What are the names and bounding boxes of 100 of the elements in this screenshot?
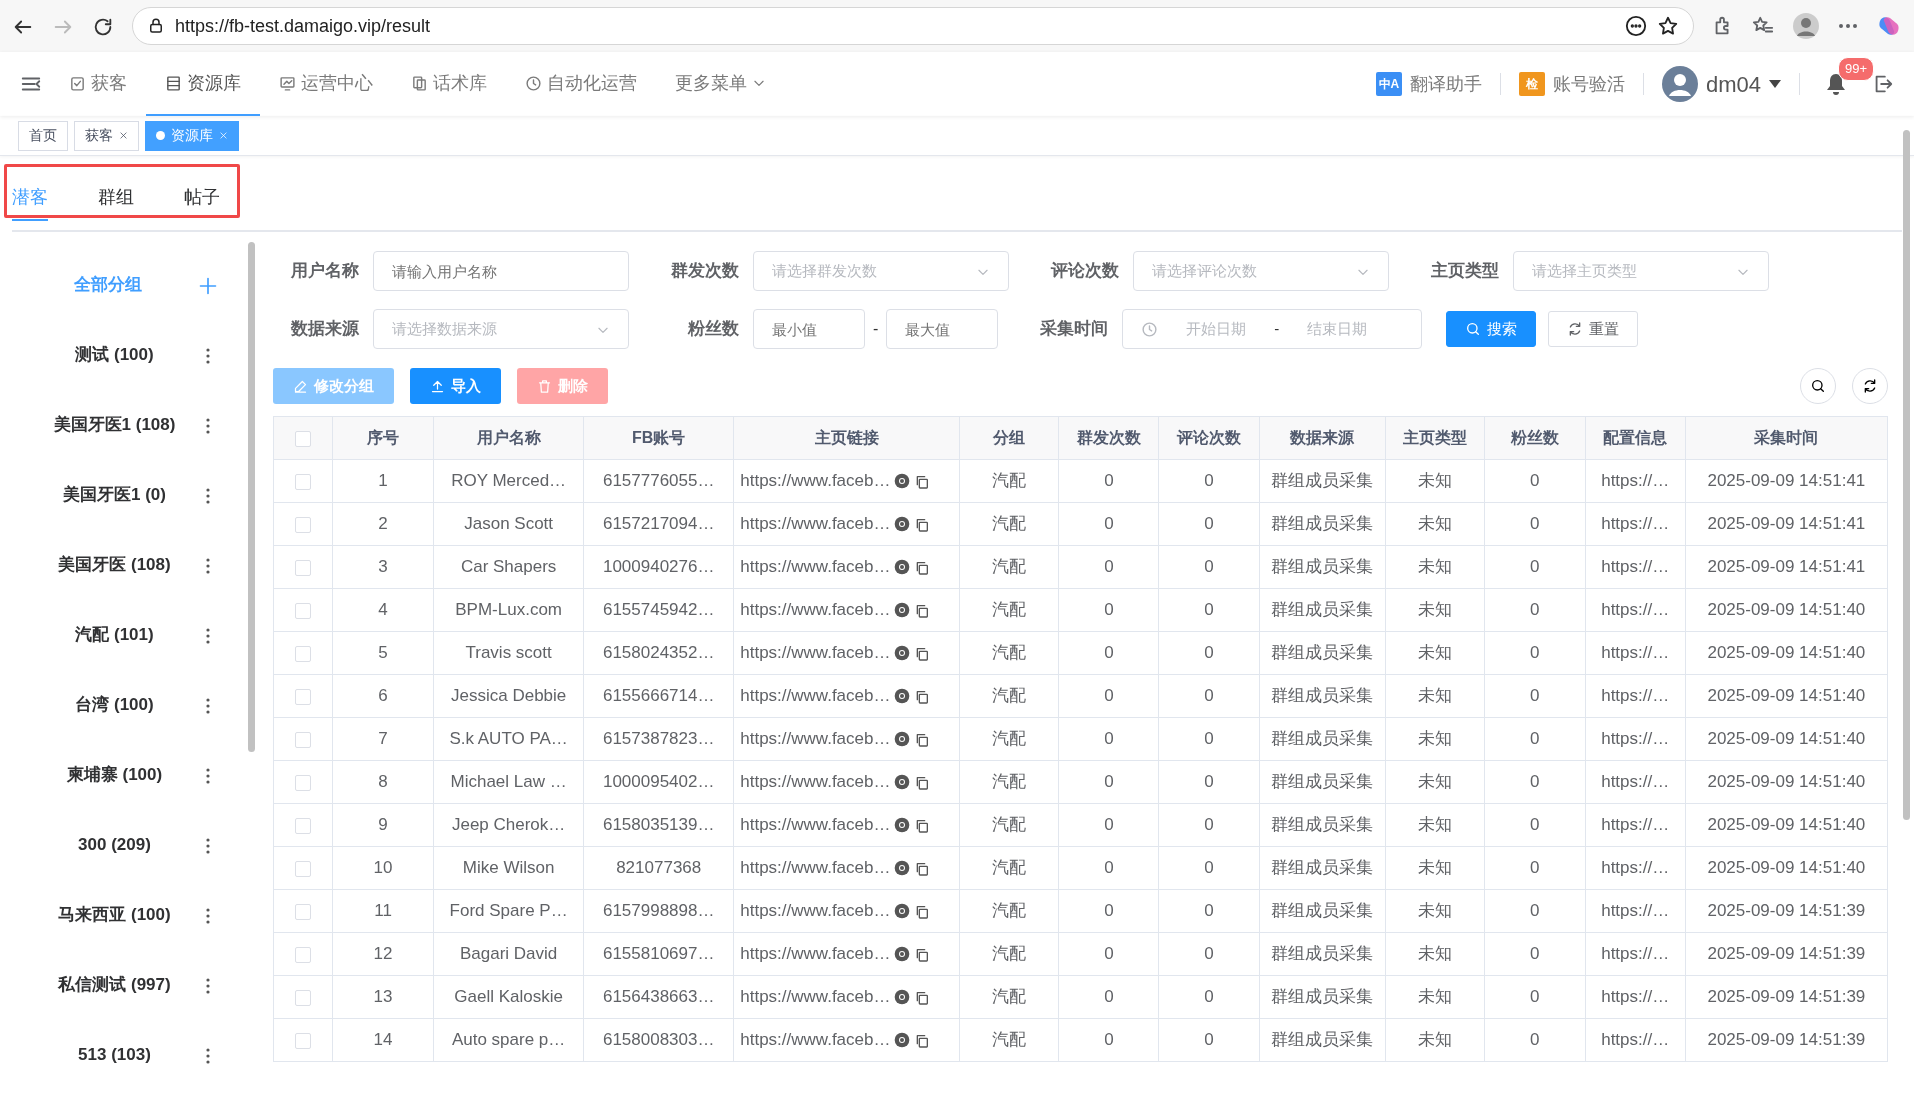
- select-all-checkbox[interactable]: [295, 430, 311, 447]
- browser-icon[interactable]: [894, 731, 911, 747]
- table-cell: 0: [1484, 889, 1586, 933]
- nav-menu-item[interactable]: 获客: [50, 52, 146, 116]
- group-item[interactable]: 513 (103): [0, 1020, 235, 1090]
- table-cell: 未知: [1385, 1018, 1485, 1062]
- group-item[interactable]: 美国牙医1 (108): [0, 390, 235, 460]
- row-checkbox[interactable]: [295, 602, 311, 619]
- table-cell: 14: [332, 1018, 434, 1062]
- date-range-field[interactable]: 开始日期 - 结束日期: [1122, 309, 1423, 349]
- table-cell: 群组成员采集: [1259, 760, 1386, 804]
- browser-icon[interactable]: [894, 989, 911, 1005]
- scrollbar[interactable]: [1903, 130, 1910, 820]
- row-checkbox[interactable]: [295, 1032, 311, 1049]
- browser-icon[interactable]: [894, 645, 911, 661]
- row-checkbox[interactable]: [295, 860, 311, 877]
- row-checkbox[interactable]: [295, 774, 311, 791]
- browser-icon[interactable]: [894, 1032, 911, 1048]
- table-cell: 6155666714…: [583, 674, 734, 718]
- row-checkbox[interactable]: [295, 559, 311, 576]
- search-toggle-button[interactable]: [1800, 368, 1836, 404]
- toolbar-link[interactable]: 中A 翻译助手: [1357, 70, 1500, 98]
- table-cell: 0: [1484, 459, 1586, 503]
- copy-icon: [914, 1032, 931, 1049]
- table-cell: 2025-09-09 14:51:39: [1685, 1018, 1888, 1062]
- table-cell: 汽配: [959, 803, 1059, 847]
- group-item[interactable]: 美国牙医 (108): [0, 530, 235, 600]
- copy-icon: [914, 645, 931, 662]
- nav-menu-item[interactable]: 更多菜单: [656, 52, 785, 116]
- nav-menu-item[interactable]: 自动化运营: [506, 52, 656, 116]
- filter-label: 评论次数: [1049, 260, 1120, 283]
- max-field[interactable]: 最大值: [886, 309, 999, 349]
- row-checkbox[interactable]: [295, 817, 311, 834]
- row-checkbox[interactable]: [295, 473, 311, 490]
- group-item[interactable]: 测试 (100): [0, 320, 235, 390]
- table-cell: 0: [1058, 889, 1159, 933]
- more-icon: [204, 836, 211, 855]
- table-cell: 2025-09-09 14:51:41: [1685, 459, 1888, 503]
- row-checkbox[interactable]: [295, 903, 311, 920]
- refresh-button[interactable]: [1852, 368, 1888, 404]
- table-cell: 0: [1484, 803, 1586, 847]
- browser-icon[interactable]: [894, 946, 911, 962]
- browser-icon[interactable]: [894, 903, 911, 919]
- address-bar[interactable]: https://fb-test.damaigo.vip/result: [132, 7, 1694, 45]
- row-checkbox[interactable]: [295, 731, 311, 748]
- group-item[interactable]: 汽配 (101): [0, 600, 235, 670]
- browser-icon[interactable]: [894, 602, 911, 618]
- copy-icon: [914, 989, 931, 1006]
- table-cell: 0: [1058, 459, 1159, 503]
- reset-button[interactable]: 重置: [1548, 311, 1639, 347]
- table-cell: 6158024352…: [583, 631, 734, 675]
- page-tag[interactable]: 首页: [18, 120, 68, 151]
- row-checkbox[interactable]: [295, 516, 311, 533]
- table-cell: https://…: [1585, 674, 1686, 718]
- table-cell: https://…: [1585, 846, 1686, 890]
- browser-icon[interactable]: [894, 688, 911, 704]
- group-item[interactable]: 300 (209): [0, 810, 235, 880]
- user-menu[interactable]: dm04: [1643, 66, 1799, 102]
- table-cell: 0: [1158, 760, 1259, 804]
- nav-menu-item[interactable]: 话术库: [392, 52, 506, 116]
- notification-button[interactable]: [1826, 73, 1846, 95]
- group-item[interactable]: 柬埔寨 (100): [0, 740, 235, 810]
- text-field[interactable]: 请输入用户名称: [373, 251, 629, 291]
- browser-icon[interactable]: [894, 817, 911, 833]
- filter-label: 主页类型: [1430, 260, 1500, 283]
- row-checkbox[interactable]: [295, 645, 311, 662]
- more-icon: [1838, 23, 1858, 29]
- group-item[interactable]: 台湾 (100): [0, 670, 235, 740]
- row-checkbox[interactable]: [295, 946, 311, 963]
- nav-menu-item[interactable]: 运营中心: [260, 52, 392, 116]
- row-checkbox[interactable]: [295, 989, 311, 1006]
- table-cell: 0: [1158, 889, 1259, 933]
- row-checkbox[interactable]: [295, 688, 311, 705]
- profile-avatar-icon[interactable]: [1792, 12, 1820, 40]
- browser-icon[interactable]: [894, 516, 911, 532]
- group-item[interactable]: 马来西亚 (100): [0, 880, 235, 950]
- group-item[interactable]: 美国牙医1 (0): [0, 460, 235, 530]
- table-cell: 0: [1484, 975, 1586, 1019]
- page-tag[interactable]: 获客: [74, 120, 139, 151]
- browser-icon[interactable]: [894, 860, 911, 876]
- table-cell: 0: [1058, 545, 1159, 589]
- notification-count: 99+: [1838, 57, 1875, 81]
- scrollbar[interactable]: [248, 242, 255, 752]
- browser-icon[interactable]: [894, 473, 911, 489]
- tab[interactable]: 帖子: [184, 178, 248, 232]
- table-cell: 汽配: [959, 846, 1059, 890]
- table-cell: 2025-09-09 14:51:40: [1685, 717, 1888, 761]
- tab[interactable]: 群组: [98, 178, 162, 232]
- min-field[interactable]: 最小值: [753, 309, 865, 349]
- table-cell: Mike Wilson: [433, 846, 584, 890]
- table-cell: 1: [332, 459, 434, 503]
- table-cell: 2025-09-09 14:51:39: [1685, 975, 1888, 1019]
- search-button[interactable]: 搜索: [1446, 311, 1537, 347]
- table-cell: 汽配: [959, 1018, 1059, 1062]
- group-item[interactable]: 私信测试 (997): [0, 950, 235, 1020]
- nav-menu-item[interactable]: 资源库: [146, 52, 260, 116]
- toolbar-link[interactable]: 检 账号验活: [1500, 70, 1643, 98]
- browser-icon[interactable]: [894, 559, 911, 575]
- import-button[interactable]: 导入: [410, 368, 501, 404]
- browser-icon[interactable]: [894, 774, 911, 790]
